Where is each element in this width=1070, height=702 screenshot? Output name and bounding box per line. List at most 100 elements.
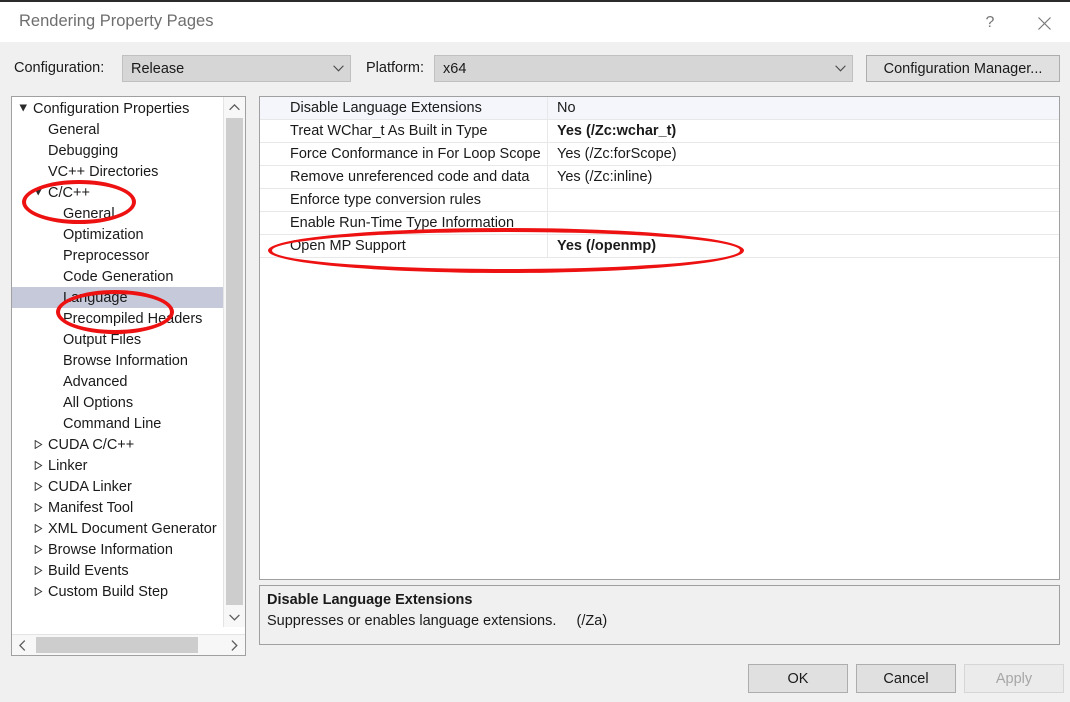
tree-horizontal-scroll-thumb[interactable]	[36, 637, 198, 653]
title-bar: Rendering Property Pages ?	[0, 2, 1070, 42]
expander-expanded-icon[interactable]	[16, 104, 31, 113]
tree-item[interactable]: Browse Information	[12, 539, 223, 560]
expander-expanded-icon[interactable]	[31, 188, 46, 197]
property-row[interactable]: Remove unreferenced code and data Yes (/Z…	[260, 166, 1059, 189]
tree-item-label: CUDA Linker	[48, 478, 132, 495]
property-name: Force Conformance in For Loop Scope	[290, 146, 541, 162]
tree-item[interactable]: Preprocessor	[12, 245, 223, 266]
property-name: Disable Language Extensions	[290, 100, 482, 116]
tree-item[interactable]: Code Generation	[12, 266, 223, 287]
scroll-right-icon[interactable]	[224, 635, 245, 655]
property-value[interactable]: Yes (/Zc:inline)	[547, 166, 1059, 188]
property-row[interactable]: Force Conformance in For Loop Scope Yes (…	[260, 143, 1059, 166]
tree-item[interactable]: CUDA Linker	[12, 476, 223, 497]
tree-vertical-scroll-thumb[interactable]	[226, 118, 243, 605]
help-button[interactable]: ?	[967, 4, 1013, 42]
tree-item-label: VC++ Directories	[48, 163, 159, 180]
tree-item[interactable]: C/C++	[12, 182, 223, 203]
tree-item[interactable]: Manifest Tool	[12, 497, 223, 518]
close-icon	[1037, 16, 1051, 30]
properties-tree-panel: Configuration Properties General Debugging…	[11, 96, 246, 656]
chevron-down-icon	[828, 65, 852, 72]
tree-item[interactable]: XML Document Generator	[12, 518, 223, 539]
page-title: Rendering Property Pages	[19, 12, 214, 30]
tree-item[interactable]: Output Files	[12, 329, 223, 350]
expander-collapsed-icon[interactable]	[31, 503, 46, 512]
tree-item[interactable]: Configuration Properties	[12, 98, 223, 119]
property-row[interactable]: Enforce type conversion rules	[260, 189, 1059, 212]
tree-item[interactable]: Optimization	[12, 224, 223, 245]
configuration-manager-button[interactable]: Configuration Manager...	[866, 55, 1060, 82]
close-button[interactable]	[1021, 4, 1067, 42]
property-value[interactable]	[547, 189, 1059, 211]
tree-item-label: Language	[63, 289, 128, 306]
tree-item[interactable]: Advanced	[12, 371, 223, 392]
tree-item-label: Advanced	[63, 373, 128, 390]
ok-button[interactable]: OK	[748, 664, 848, 693]
property-row[interactable]: Enable Run-Time Type Information	[260, 212, 1059, 235]
tree-item[interactable]: Browse Information	[12, 350, 223, 371]
tree-item[interactable]: CUDA C/C++	[12, 434, 223, 455]
tree-item-label: Browse Information	[48, 541, 173, 558]
property-name: Open MP Support	[290, 238, 406, 254]
property-value[interactable]: Yes (/openmp)	[547, 235, 1059, 257]
expander-collapsed-icon[interactable]	[31, 461, 46, 470]
platform-select[interactable]: x64	[434, 55, 853, 82]
tree-item[interactable]: Language	[12, 287, 223, 308]
property-row[interactable]: Treat WChar_t As Built in Type Yes (/Zc:w…	[260, 120, 1059, 143]
scroll-down-icon[interactable]	[224, 607, 245, 627]
description-title: Disable Language Extensions	[267, 592, 473, 608]
expander-collapsed-icon[interactable]	[31, 587, 46, 596]
scroll-up-icon[interactable]	[224, 97, 245, 117]
tree-vertical-scrollbar[interactable]	[223, 97, 245, 627]
description-panel: Disable Language Extensions Suppresses o…	[259, 585, 1060, 645]
properties-tree[interactable]: Configuration Properties General Debugging…	[12, 97, 223, 627]
configuration-value: Release	[131, 60, 185, 77]
tree-item-label: CUDA C/C++	[48, 436, 135, 453]
scroll-left-icon[interactable]	[12, 635, 33, 655]
tree-item-label: XML Document Generator	[48, 520, 217, 537]
tree-item[interactable]: Command Line	[12, 413, 223, 434]
tree-item-label: Linker	[48, 457, 88, 474]
property-grid-rows: Disable Language Extensions No Treat WChar…	[260, 97, 1059, 258]
expander-collapsed-icon[interactable]	[31, 482, 46, 491]
property-name: Enforce type conversion rules	[290, 192, 482, 208]
platform-value: x64	[443, 60, 467, 77]
expander-collapsed-icon[interactable]	[31, 566, 46, 575]
expander-collapsed-icon[interactable]	[31, 440, 46, 449]
cancel-button[interactable]: Cancel	[856, 664, 956, 693]
tree-item[interactable]: Build Events	[12, 560, 223, 581]
tree-item-label: Configuration Properties	[33, 100, 190, 117]
expander-collapsed-icon[interactable]	[31, 545, 46, 554]
tree-item[interactable]: Debugging	[12, 140, 223, 161]
tree-item-label: Preprocessor	[63, 247, 150, 264]
property-row[interactable]: Disable Language Extensions No	[260, 97, 1059, 120]
property-name: Treat WChar_t As Built in Type	[290, 123, 488, 139]
property-grid[interactable]: Disable Language Extensions No Treat WChar…	[259, 96, 1060, 580]
tree-item[interactable]: Precompiled Headers	[12, 308, 223, 329]
tree-item[interactable]: All Options	[12, 392, 223, 413]
tree-item-label: Build Events	[48, 562, 129, 579]
configuration-label: Configuration:	[14, 60, 105, 76]
tree-item-label: Command Line	[63, 415, 162, 432]
tree-item-label: All Options	[63, 394, 134, 411]
tree-item-label: Code Generation	[63, 268, 174, 285]
tree-item[interactable]: General	[12, 119, 223, 140]
tree-item[interactable]: General	[12, 203, 223, 224]
property-row[interactable]: Open MP Support Yes (/openmp)	[260, 235, 1059, 258]
property-value[interactable]	[547, 212, 1059, 234]
platform-label: Platform:	[366, 60, 425, 76]
tree-item-label: Manifest Tool	[48, 499, 134, 516]
tree-item[interactable]: Linker	[12, 455, 223, 476]
apply-button: Apply	[964, 664, 1064, 693]
tree-item-label: Output Files	[63, 331, 142, 348]
property-value[interactable]: Yes (/Zc:wchar_t)	[547, 120, 1059, 142]
tree-horizontal-scrollbar[interactable]	[12, 634, 245, 655]
configuration-select[interactable]: Release	[122, 55, 351, 82]
expander-collapsed-icon[interactable]	[31, 524, 46, 533]
property-value[interactable]: No	[547, 97, 1059, 119]
property-name: Enable Run-Time Type Information	[290, 215, 515, 231]
tree-item[interactable]: VC++ Directories	[12, 161, 223, 182]
tree-item[interactable]: Custom Build Step	[12, 581, 223, 602]
property-value[interactable]: Yes (/Zc:forScope)	[547, 143, 1059, 165]
